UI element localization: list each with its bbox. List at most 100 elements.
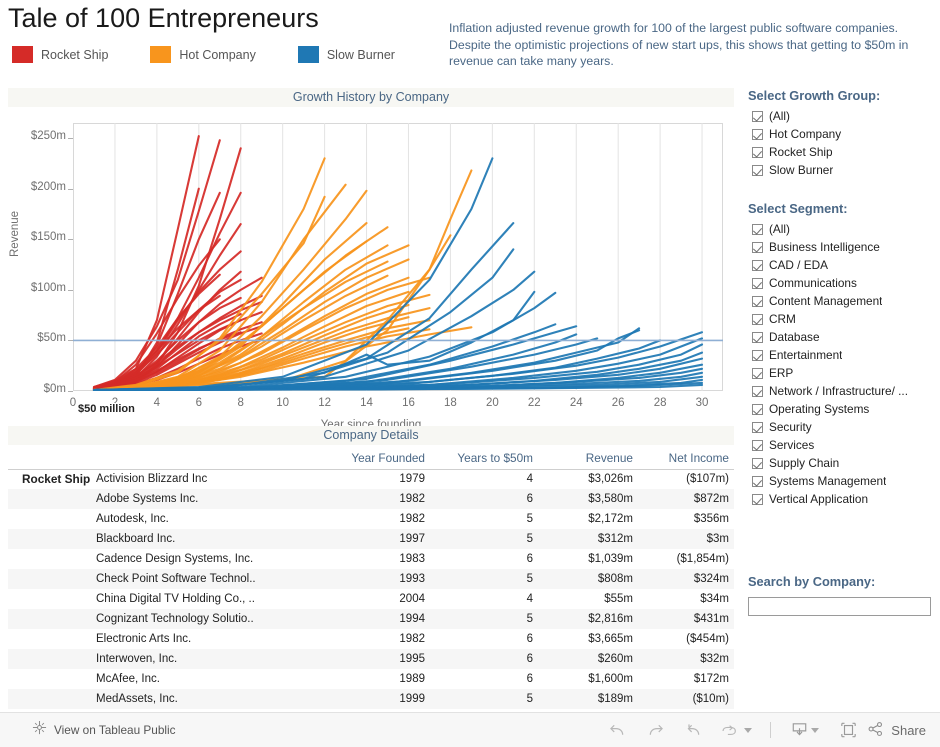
filter-option-label: Slow Burner: [769, 163, 834, 177]
table-row[interactable]: Cadence Design Systems, Inc. 1983 6 $1,039m…: [8, 549, 734, 569]
download-button[interactable]: [781, 716, 829, 744]
segment-option-all[interactable]: (All): [745, 220, 935, 238]
segment-option-services[interactable]: Services: [745, 436, 935, 454]
legend-swatch-icon: [12, 46, 33, 63]
checkbox-checked-icon[interactable]: [752, 241, 763, 253]
checkbox-checked-icon[interactable]: [752, 313, 763, 325]
column-header-company[interactable]: [90, 445, 328, 470]
segment-option-network-infrastructure[interactable]: Network / Infrastructure/ ...: [745, 382, 935, 400]
table-row[interactable]: Autodesk, Inc. 1982 5 $2,172m $356m: [8, 509, 734, 529]
filter-option-label: CRM: [769, 312, 796, 326]
checkbox-checked-icon[interactable]: [752, 164, 763, 176]
cell-year-founded: 1999: [328, 689, 430, 709]
cell-year-founded: 1982: [399, 513, 425, 525]
growth-group-option-all[interactable]: (All): [745, 107, 935, 125]
checkbox-checked-icon[interactable]: [752, 385, 763, 397]
column-header-years-to-50m[interactable]: Years to $50m: [430, 445, 538, 470]
checkbox-checked-icon[interactable]: [752, 259, 763, 271]
cell-net-income: $172m: [693, 673, 729, 685]
growth-group-option-hot-company[interactable]: Hot Company: [745, 125, 935, 143]
table-row[interactable]: Rocket Ship Activision Blizzard Inc 1979 4 $…: [8, 469, 734, 489]
cell-revenue: $1,039m: [588, 553, 633, 565]
undo-button[interactable]: [598, 716, 636, 744]
checkbox-checked-icon[interactable]: [752, 439, 763, 451]
checkbox-checked-icon[interactable]: [752, 277, 763, 289]
segment-option-operating-systems[interactable]: Operating Systems: [745, 400, 935, 418]
segment-option-security[interactable]: Security: [745, 418, 935, 436]
cell-net-income: $32m: [638, 649, 734, 669]
segment-option-database[interactable]: Database: [745, 328, 935, 346]
column-header-year-founded[interactable]: Year Founded: [328, 445, 430, 470]
checkbox-checked-icon[interactable]: [752, 331, 763, 343]
table-row[interactable]: McAfee, Inc. 1989 6 $1,600m $172m: [8, 669, 734, 689]
refresh-button[interactable]: [712, 716, 760, 744]
growth-history-chart-panel: Growth History by Company Revenue $0m $50…: [8, 88, 734, 431]
cell-revenue: $312m: [538, 529, 638, 549]
checkbox-checked-icon[interactable]: [752, 475, 763, 487]
x-axis-tick-label: 26: [611, 397, 625, 409]
share-button[interactable]: Share: [867, 721, 926, 740]
redo-button[interactable]: [636, 716, 674, 744]
fullscreen-button[interactable]: [829, 716, 867, 744]
legend-item-slow-burner[interactable]: Slow Burner: [297, 46, 395, 63]
legend-item-hot-company[interactable]: Hot Company: [150, 46, 256, 63]
cell-years-to-50m: 5: [430, 689, 538, 709]
x-axis-tick-label: 12: [318, 397, 331, 409]
segment-option-cad-eda[interactable]: CAD / EDA: [745, 256, 935, 274]
checkbox-checked-icon[interactable]: [752, 349, 763, 361]
column-header-net-income[interactable]: Net Income: [638, 445, 734, 470]
cell-years-to-50m: 4: [526, 593, 533, 605]
checkbox-checked-icon[interactable]: [752, 457, 763, 469]
segment-option-supply-chain[interactable]: Supply Chain: [745, 454, 935, 472]
checkbox-checked-icon[interactable]: [752, 367, 763, 379]
company-details-table: Year Founded Years to $50m Revenue Net I…: [8, 445, 734, 709]
table-row[interactable]: Interwoven, Inc. 1995 6 $260m $32m: [8, 649, 734, 669]
table-row[interactable]: China Digital TV Holding Co., .. 2004 4 $55…: [8, 589, 734, 609]
chevron-down-icon[interactable]: [811, 727, 820, 733]
cell-growth-group: [8, 489, 90, 509]
checkbox-checked-icon[interactable]: [752, 223, 763, 235]
checkbox-checked-icon[interactable]: [752, 110, 763, 122]
table-row[interactable]: Blackboard Inc. 1997 5 $312m $3m: [8, 529, 734, 549]
segment-option-vertical-application[interactable]: Vertical Application: [745, 490, 935, 508]
column-header-group[interactable]: [8, 445, 90, 470]
segment-option-communications[interactable]: Communications: [745, 274, 935, 292]
table-row[interactable]: Adobe Systems Inc. 1982 6 $3,580m $872m: [8, 489, 734, 509]
checkbox-checked-icon[interactable]: [752, 128, 763, 140]
revert-button[interactable]: [674, 716, 712, 744]
checkbox-checked-icon[interactable]: [752, 295, 763, 307]
table-row[interactable]: Electronic Arts Inc. 1982 6 $3,665m ($454m): [8, 629, 734, 649]
table-row[interactable]: Check Point Software Technol.. 1993 5 $808m…: [8, 569, 734, 589]
cell-company-name: McAfee, Inc.: [96, 673, 160, 685]
cell-company-name: China Digital TV Holding Co., ..: [96, 593, 255, 605]
search-input[interactable]: [748, 597, 931, 616]
cell-company-name: Check Point Software Technol..: [90, 569, 328, 589]
x-axis-tick-label: 16: [402, 397, 415, 409]
segment-option-crm[interactable]: CRM: [745, 310, 935, 328]
column-header-revenue[interactable]: Revenue: [538, 445, 638, 470]
cell-revenue: $2,816m: [538, 609, 638, 629]
checkbox-checked-icon[interactable]: [752, 403, 763, 415]
segment-option-business-intelligence[interactable]: Business Intelligence: [745, 238, 935, 256]
table-row[interactable]: MedAssets, Inc. 1999 5 $189m ($10m): [8, 689, 734, 709]
growth-group-option-rocket-ship[interactable]: Rocket Ship: [745, 143, 935, 161]
cell-company-name: Blackboard Inc.: [90, 529, 328, 549]
checkbox-checked-icon[interactable]: [752, 146, 763, 158]
segment-option-content-management[interactable]: Content Management: [745, 292, 935, 310]
dashboard-description: Inflation adjusted revenue growth for 10…: [449, 21, 909, 68]
cell-growth-group: [8, 649, 90, 669]
segment-option-erp[interactable]: ERP: [745, 364, 935, 382]
chart-plot-area[interactable]: [73, 123, 723, 391]
cell-year-founded: 1982: [399, 633, 425, 645]
legend-item-rocket-ship[interactable]: Rocket Ship: [12, 46, 108, 63]
cell-company-name: Autodesk, Inc.: [96, 513, 169, 525]
checkbox-checked-icon[interactable]: [752, 493, 763, 505]
chevron-down-icon[interactable]: [744, 727, 753, 733]
checkbox-checked-icon[interactable]: [752, 421, 763, 433]
table-row[interactable]: Cognizant Technology Solutio.. 1994 5 $2,81…: [8, 609, 734, 629]
growth-group-option-slow-burner[interactable]: Slow Burner: [745, 161, 935, 179]
cell-net-income: $3m: [638, 529, 734, 549]
segment-option-entertainment[interactable]: Entertainment: [745, 346, 935, 364]
segment-option-systems-management[interactable]: Systems Management: [745, 472, 935, 490]
view-on-tableau-public-button[interactable]: View on Tableau Public: [32, 720, 176, 740]
